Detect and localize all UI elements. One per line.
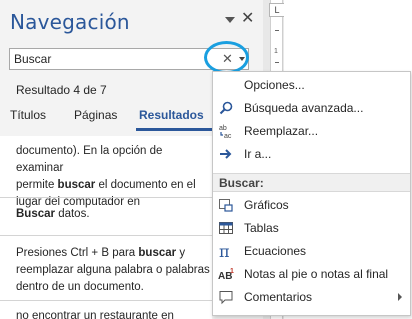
list-item[interactable]: no encontrar un restaurante en	[0, 308, 212, 319]
menu-item-label: Comentarios	[244, 290, 313, 304]
menu-item-label: Opciones...	[244, 78, 305, 92]
menu-item-label: Notas al pie o notas al final	[244, 267, 389, 281]
divider	[0, 235, 212, 236]
menu-item-label: Búsqueda avanzada...	[244, 101, 364, 115]
result-line: reemplazar alguna palabra o palabras	[16, 264, 210, 276]
tab-paginas[interactable]: Páginas	[74, 108, 117, 122]
list-item[interactable]: Presiones Ctrl + B para buscar y reempla…	[0, 245, 212, 296]
result-line: Buscar datos.	[16, 208, 90, 220]
result-line: permite buscar el documento en el	[16, 179, 196, 191]
arrow-right-icon	[218, 146, 234, 162]
result-line: Presiones Ctrl + B para buscar y	[16, 247, 186, 259]
pane-title: Navegación	[10, 10, 130, 34]
results-list: documento). En la opción de examinar per…	[0, 136, 212, 319]
replace-icon: ab ac	[218, 123, 234, 140]
result-line: no encontrar un restaurante en	[16, 310, 174, 319]
svg-text:π: π	[219, 243, 230, 259]
svg-text:1: 1	[230, 268, 234, 275]
search-box[interactable]: ✕	[9, 48, 249, 70]
menu-item-ir-a[interactable]: Ir a...	[213, 143, 410, 166]
menu-item-reemplazar[interactable]: ab ac Reemplazar...	[213, 120, 410, 143]
menu-item-label: Ecuaciones	[244, 244, 307, 258]
menu-item-tablas[interactable]: Tablas	[213, 217, 410, 240]
submenu-arrow-icon	[398, 293, 402, 301]
divider	[0, 197, 212, 198]
menu-item-ecuaciones[interactable]: π Ecuaciones	[213, 240, 410, 263]
menu-item-graficos[interactable]: Gráficos	[213, 194, 410, 217]
clear-search-icon[interactable]: ✕	[222, 52, 233, 66]
tab-titulos[interactable]: Títulos	[10, 108, 46, 122]
search-input[interactable]	[10, 49, 200, 69]
search-hit: buscar	[138, 247, 177, 259]
result-line: dentro de un documento.	[16, 281, 144, 293]
search-options-dropdown-icon[interactable]	[239, 57, 245, 61]
result-count: Resultado 4 de 7	[16, 83, 107, 97]
section-label: Buscar:	[219, 176, 264, 190]
divider	[0, 300, 212, 301]
footnote-icon: AB 1	[218, 266, 234, 282]
menu-section-header: Buscar:	[213, 173, 410, 192]
pi-icon: π	[218, 242, 234, 261]
tab-resultados[interactable]: Resultados	[139, 108, 204, 122]
active-tab-indicator	[136, 128, 212, 131]
table-icon	[218, 220, 234, 236]
svg-text:ab: ab	[219, 125, 227, 132]
list-item[interactable]: Buscar datos.	[0, 206, 212, 223]
search-options-menu: Opciones... Búsqueda avanzada... ab ac Re…	[212, 71, 411, 316]
ruler-number: 1	[274, 48, 278, 55]
menu-item-label: Tablas	[244, 221, 279, 235]
menu-item-label: Ir a...	[244, 147, 272, 161]
list-item[interactable]: documento). En la opción de examinar per…	[0, 143, 212, 211]
svg-text:ac: ac	[224, 133, 232, 139]
pane-options-dropdown-icon[interactable]	[225, 17, 235, 23]
menu-item-label: Reemplazar...	[244, 124, 319, 138]
comment-icon	[218, 289, 234, 305]
menu-item-comentarios[interactable]: Comentarios	[213, 286, 410, 309]
search-hit: buscar	[57, 179, 96, 191]
magnifier-icon	[218, 100, 234, 116]
result-line: documento). En la opción de examinar	[16, 145, 163, 174]
graphics-icon	[218, 197, 234, 213]
tab-bar: Títulos Páginas Resultados	[0, 108, 212, 128]
menu-item-label: Gráficos	[244, 198, 289, 212]
search-hit: Buscar	[16, 208, 55, 220]
menu-item-busqueda-avanzada[interactable]: Búsqueda avanzada...	[213, 97, 410, 120]
close-icon[interactable]: ✕	[241, 11, 254, 27]
menu-item-notas-al-pie[interactable]: AB 1 Notas al pie o notas al final	[213, 263, 410, 286]
ruler-corner-tab-selector[interactable]: L	[269, 3, 285, 17]
menu-item-opciones[interactable]: Opciones...	[213, 74, 410, 97]
